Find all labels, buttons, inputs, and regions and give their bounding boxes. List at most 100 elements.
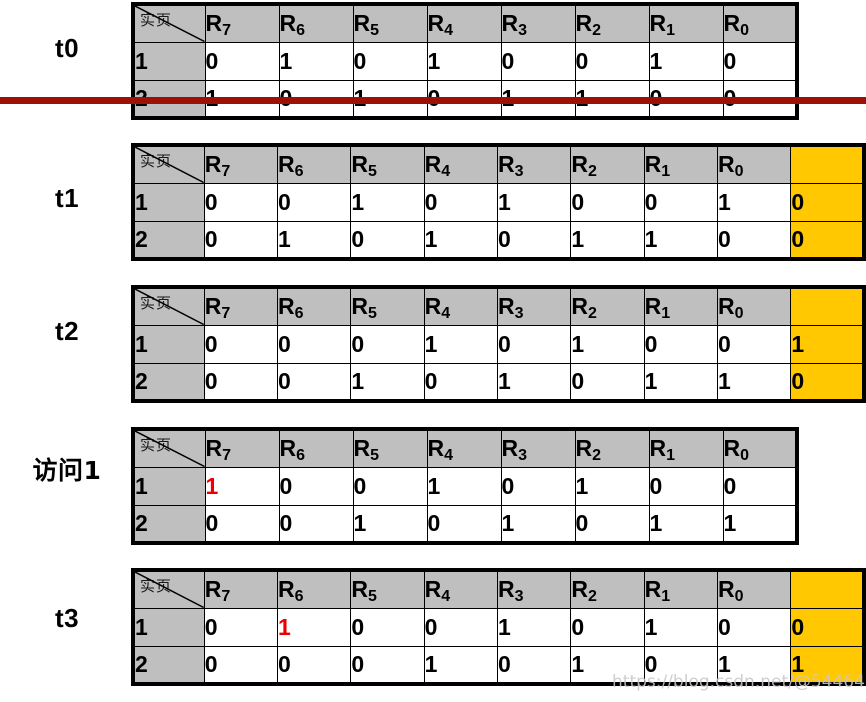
column-header-base: R <box>205 10 223 37</box>
bit-cell: 0 <box>350 607 425 647</box>
bit-cell: 1 <box>500 504 576 544</box>
column-header-subscript: 0 <box>734 163 744 181</box>
column-header-base: R <box>501 435 519 462</box>
corner-header-cell: 实页 <box>132 569 205 609</box>
column-header-subscript: 4 <box>444 22 454 40</box>
column-header-base: R <box>205 435 223 462</box>
bit-cell: 0 <box>350 645 425 685</box>
column-header-base: R <box>424 576 442 603</box>
bit-cell: 0 <box>277 645 352 685</box>
column-header-base: R <box>575 10 593 37</box>
step-label-2: t2 <box>54 316 80 346</box>
bit-cell: 0 <box>722 466 798 506</box>
column-header-R0: R0 <box>722 428 798 468</box>
bit-cell: 0 <box>716 220 792 260</box>
column-header-subscript: 4 <box>441 588 451 606</box>
row-header: 2 <box>132 220 205 260</box>
column-header-base: R <box>644 151 662 178</box>
bit-cell: 1 <box>496 607 572 647</box>
column-header-subscript: 4 <box>444 447 454 465</box>
bit-cell: 1 <box>426 466 502 506</box>
table-header-row: 实页 R7 R6 R5 R4 R3 R2 R1 R0 <box>132 569 865 609</box>
column-header-base: R <box>723 10 741 37</box>
column-header-subscript: 3 <box>514 588 524 606</box>
corner-header-cell: 实页 <box>132 286 205 326</box>
bit-cell: 1 <box>423 645 499 685</box>
bit-table: 实页 R7 R6 R5 R4 R3 R2 R1 R0 1 0 0 1 0 1 0 0 1 0 2 0 1 0 1 0 1 1 0 0 <box>131 143 866 261</box>
bit-cell: 0 <box>574 504 650 544</box>
bit-cell: 0 <box>570 182 645 222</box>
column-header-base: R <box>649 10 667 37</box>
column-header-subscript: 5 <box>367 305 377 323</box>
step-label-0: t0 <box>54 33 80 63</box>
column-header-subscript: 3 <box>514 305 524 323</box>
bit-cell: 0 <box>426 504 502 544</box>
column-header-base: R <box>717 151 735 178</box>
highlight-bit-cell: 1 <box>790 324 865 364</box>
table-row: 101010010 <box>132 41 798 81</box>
corner-header-label: 实页 <box>140 294 173 312</box>
column-header-base: R <box>501 10 519 37</box>
column-header-base: R <box>204 293 222 320</box>
bit-cell: 0 <box>277 182 352 222</box>
column-header-R3: R3 <box>496 569 572 609</box>
column-header-base: R <box>427 435 445 462</box>
bit-cell: 1 <box>570 324 645 364</box>
column-header-R0: R0 <box>716 286 792 326</box>
column-header-subscript: 7 <box>222 22 232 40</box>
column-header-subscript: 6 <box>294 163 304 181</box>
column-header-base: R <box>498 293 515 320</box>
column-header-R2: R2 <box>570 144 645 184</box>
bit-cell: 0 <box>716 607 792 647</box>
bit-cell: 1 <box>278 41 354 81</box>
column-header-base: R <box>571 576 588 603</box>
column-header-R6: R6 <box>277 144 352 184</box>
column-header-base: R <box>644 293 662 320</box>
bit-table-block-2: 实页 R7 R6 R5 R4 R3 R2 R1 R0 1 0 0 0 1 0 1 0 0 1 2 0 0 1 0 1 0 1 1 0 <box>131 285 866 403</box>
table-row: 110010100 <box>132 466 798 506</box>
bit-cell: 0 <box>350 220 425 260</box>
column-header-R3: R3 <box>500 3 576 43</box>
highlight-bit-cell: 0 <box>790 220 865 260</box>
column-header-base: R <box>649 435 667 462</box>
column-header-base: R <box>575 435 593 462</box>
column-header-R6: R6 <box>278 3 354 43</box>
bit-cell: 1 <box>496 362 572 402</box>
column-header-subscript: 2 <box>592 447 602 465</box>
column-header-subscript: 5 <box>367 163 377 181</box>
bit-cell: 0 <box>203 324 279 364</box>
corner-header-cell: 实页 <box>132 144 205 184</box>
table-header-row: 实页 R7 R6 R5 R4 R3 R2 R1 R0 <box>132 286 865 326</box>
column-header-base: R <box>717 576 735 603</box>
column-header-R4: R4 <box>426 3 502 43</box>
bit-cell: 1 <box>352 504 428 544</box>
table-header-row: 实页 R7 R6 R5 R4 R3 R2 R1 R0 <box>132 144 865 184</box>
bit-cell: 1 <box>648 41 724 81</box>
bit-cell: 1 <box>716 645 792 685</box>
column-header-subscript: 5 <box>370 447 380 465</box>
bit-cell: 0 <box>203 182 279 222</box>
column-header-subscript: 1 <box>661 305 671 323</box>
row-header: 1 <box>132 466 206 506</box>
column-header-subscript: 6 <box>296 447 306 465</box>
column-header-base: R <box>498 151 515 178</box>
column-header-R6: R6 <box>278 428 354 468</box>
highlight-column-header <box>790 144 865 184</box>
column-header-subscript: 2 <box>587 588 597 606</box>
column-header-subscript: 3 <box>518 447 528 465</box>
column-header-subscript: 7 <box>221 305 231 323</box>
column-header-R4: R4 <box>423 569 499 609</box>
column-header-subscript: 7 <box>221 588 231 606</box>
column-header-R0: R0 <box>716 144 792 184</box>
column-header-subscript: 4 <box>441 305 451 323</box>
column-header-R6: R6 <box>277 286 352 326</box>
bit-cell: 1 <box>277 220 352 260</box>
row-header: 2 <box>132 645 205 685</box>
bit-cell: 0 <box>278 504 354 544</box>
bit-cell: 0 <box>496 324 572 364</box>
column-header-R2: R2 <box>574 3 650 43</box>
highlight-column-header <box>790 286 865 326</box>
column-header-R4: R4 <box>423 286 499 326</box>
column-header-base: R <box>279 10 297 37</box>
row-header: 2 <box>132 362 205 402</box>
